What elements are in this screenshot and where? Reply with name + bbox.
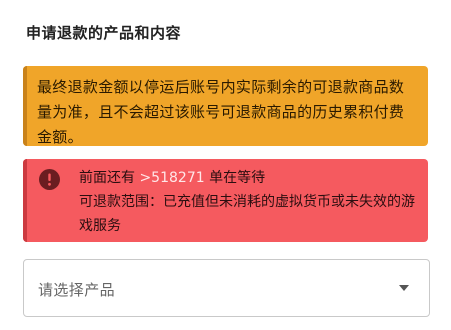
queue-prefix: 前面还有 xyxy=(79,170,135,186)
queue-status-alert: 前面还有 >518271 单在等待 可退款范围：已充值但未消耗的虚拟货币或未失效… xyxy=(23,159,428,242)
info-icon xyxy=(39,169,60,190)
product-select[interactable]: 请选择产品 xyxy=(23,259,430,317)
refund-amount-notice: 最终退款金额以停运后账号内实际剩余的可退款商品数量为准，且不会超过该账号可退款商… xyxy=(23,66,428,146)
queue-suffix: 单在等待 xyxy=(209,170,266,186)
section-title: 申请退款的产品和内容 xyxy=(26,24,182,42)
refund-scope-text: 可退款范围：已充值但未消耗的虚拟货币或未失效的游戏服务 xyxy=(79,194,415,234)
chevron-down-icon xyxy=(399,285,409,291)
product-select-placeholder: 请选择产品 xyxy=(38,281,116,299)
queue-line: 前面还有 >518271 单在等待 xyxy=(79,166,418,190)
notice-text: 最终退款金额以停运后账号内实际剩余的可退款商品数量为准，且不会超过该账号可退款商… xyxy=(37,78,405,146)
queue-count: >518271 xyxy=(139,170,205,186)
